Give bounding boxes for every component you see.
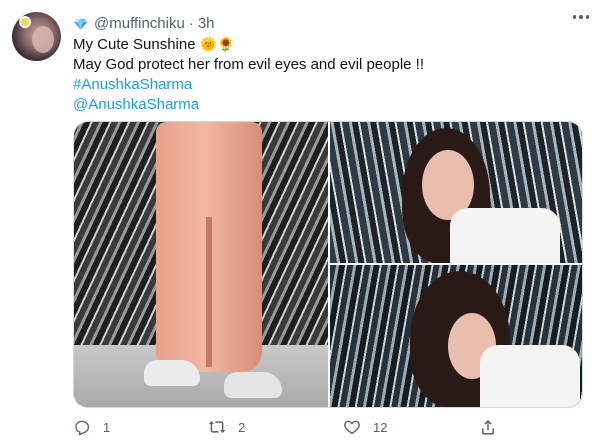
sunshine-emoji: 🌞🌻 (199, 37, 235, 53)
more-icon[interactable] (572, 15, 589, 19)
reply-count: 1 (103, 419, 111, 435)
diamond-icon (73, 16, 88, 31)
timestamp[interactable]: 3h (198, 15, 215, 32)
avatar[interactable] (12, 12, 61, 61)
reply-icon (75, 420, 90, 436)
reply-button[interactable]: 1 (73, 418, 110, 436)
photo-1-overalls (156, 122, 262, 372)
retweet-button[interactable]: 2 (208, 418, 245, 436)
tweet-header: @muffinchiku · 3h (73, 13, 215, 33)
author-handle[interactable]: @muffinchiku (94, 15, 185, 32)
share-icon (482, 419, 494, 435)
heart-icon (344, 420, 360, 435)
separator-dot: · (188, 14, 194, 32)
photo-2-shirt (450, 208, 560, 263)
media-grid (73, 121, 583, 408)
avatar-flower (21, 18, 29, 26)
hashtag-link[interactable]: #AnushkaSharma (73, 75, 583, 95)
like-button[interactable]: 12 (343, 418, 387, 436)
like-count: 12 (373, 419, 388, 435)
photo-3[interactable] (330, 265, 582, 407)
tweet-line-1: My Cute Sunshine 🌞🌻 (73, 35, 583, 55)
action-bar: 1 2 12 (73, 418, 583, 438)
photo-1[interactable] (74, 122, 328, 407)
mention-link[interactable]: @AnushkaSharma (73, 95, 583, 115)
avatar-face (32, 26, 54, 53)
retweet-count: 2 (238, 419, 246, 435)
retweet-icon (208, 421, 226, 433)
share-button[interactable] (479, 418, 509, 436)
photo-2[interactable] (330, 122, 582, 263)
tweet-text: My Cute Sunshine 🌞🌻 May God protect her … (73, 35, 583, 115)
tweet-line-1-text: My Cute Sunshine (73, 36, 200, 53)
tweet-line-2: May God protect her from evil eyes and e… (73, 56, 425, 73)
photo-1-sneaker-right (224, 372, 282, 398)
photo-1-sneaker-left (144, 360, 200, 386)
photo-3-shirt (480, 345, 580, 407)
